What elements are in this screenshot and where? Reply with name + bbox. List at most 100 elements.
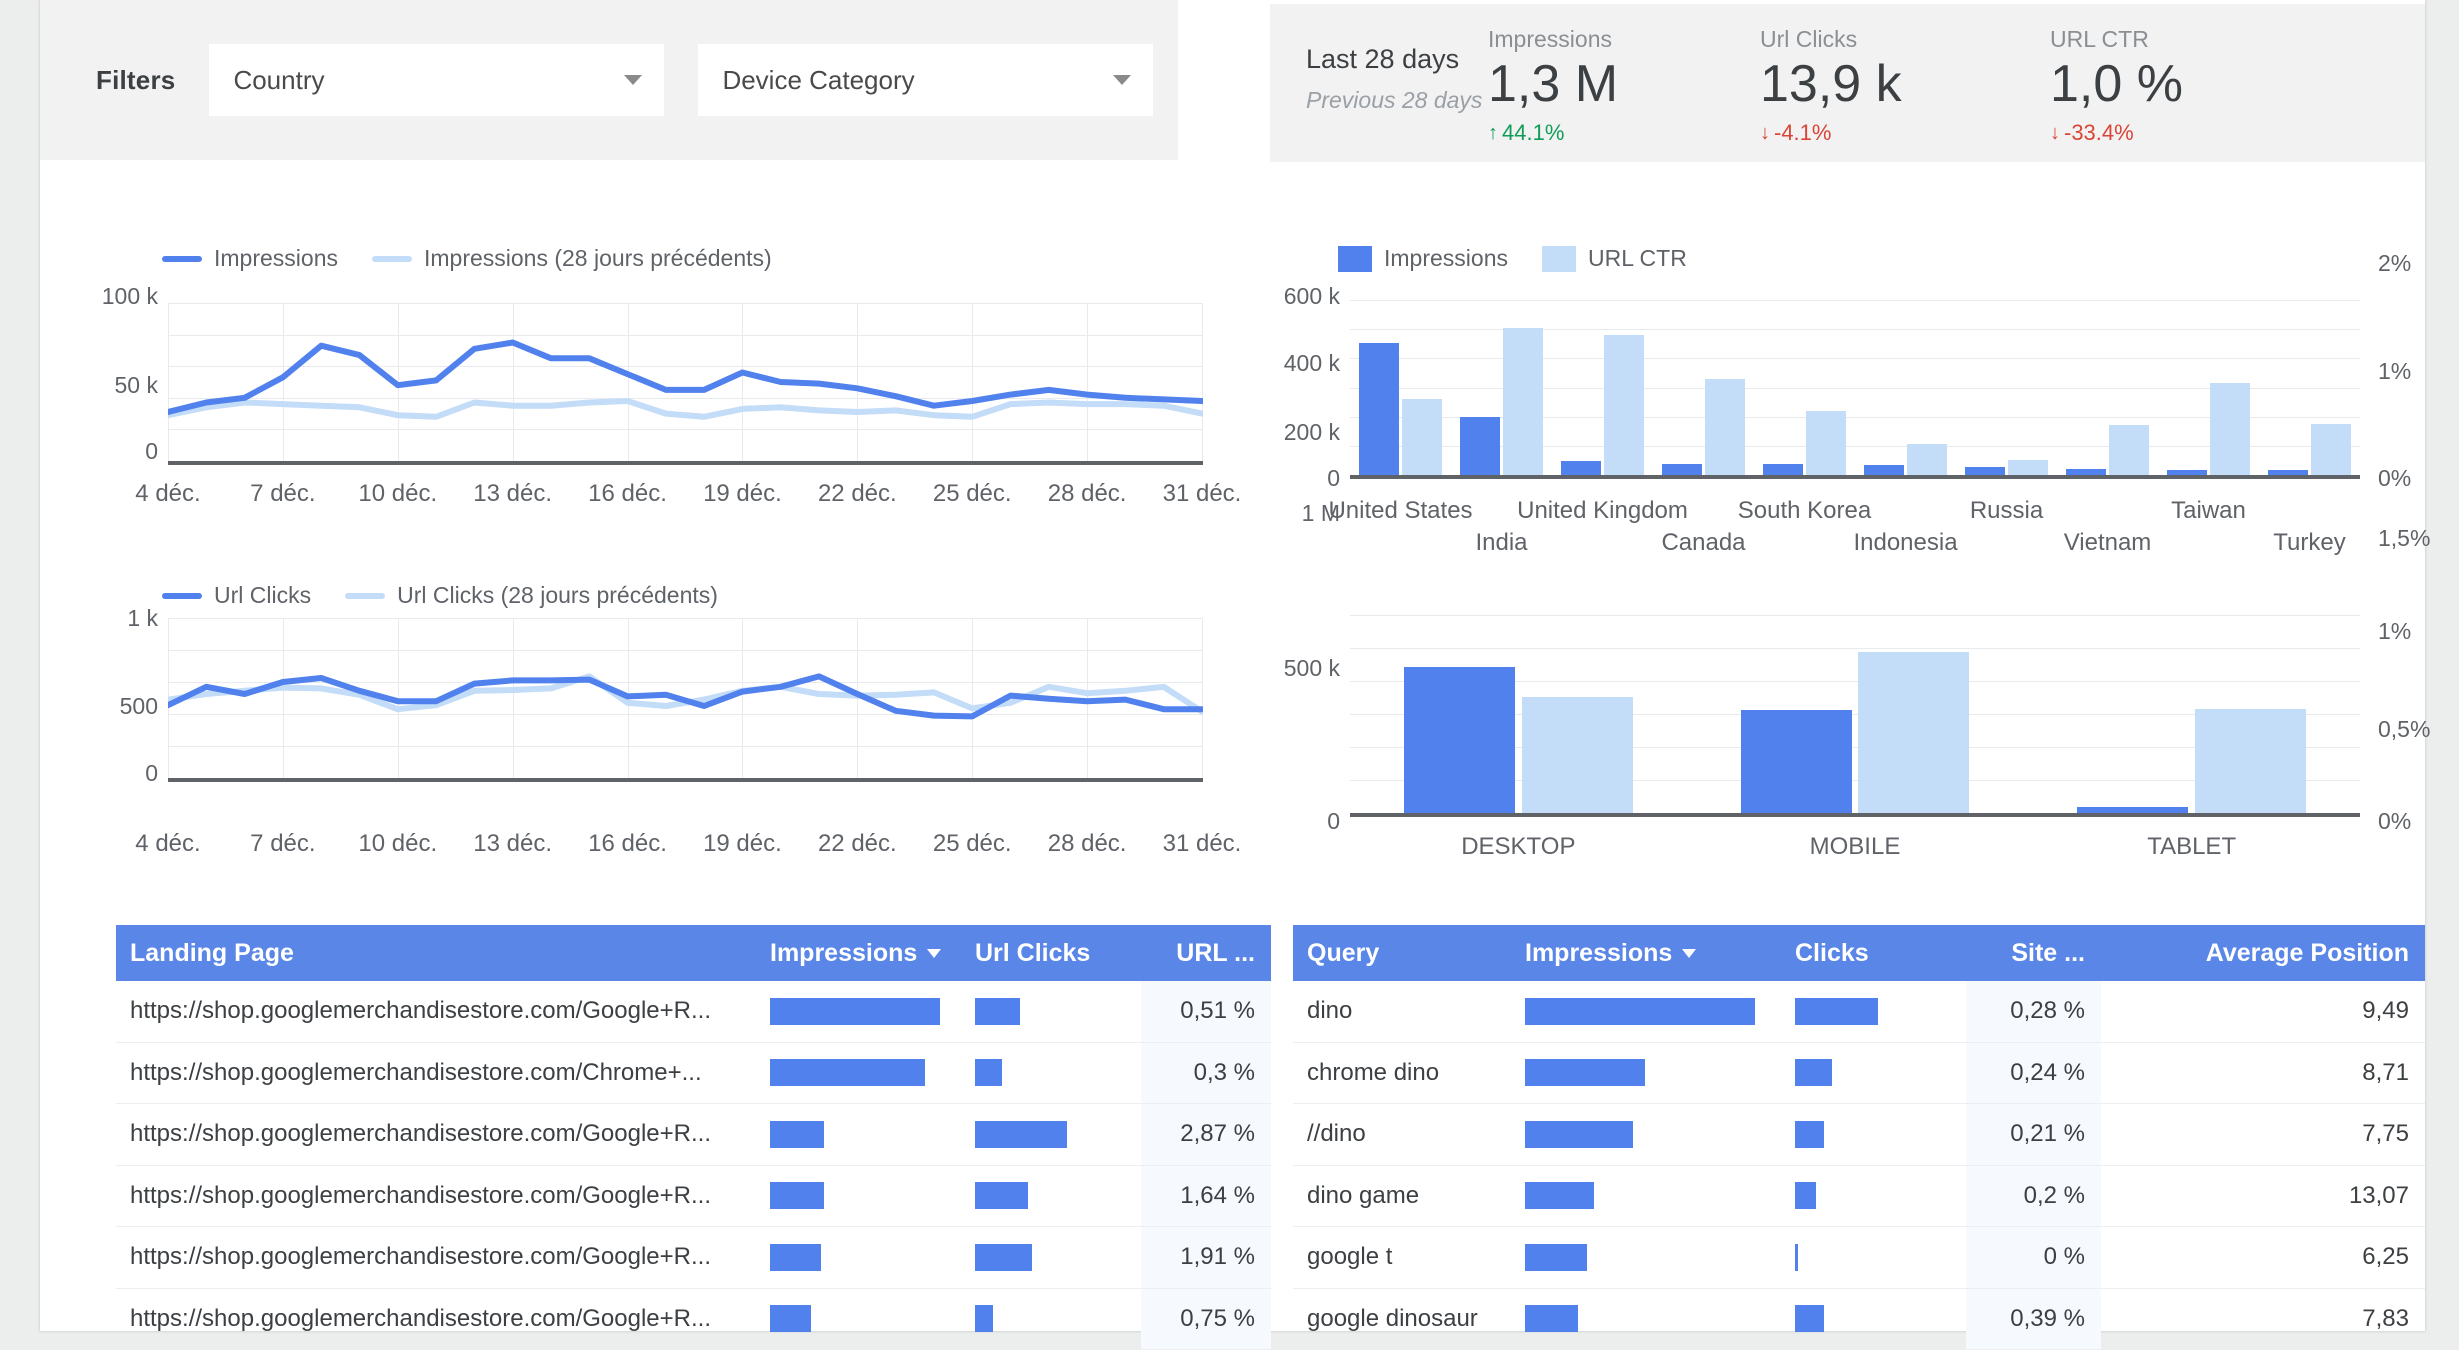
legend-color-swatch — [1338, 246, 1372, 272]
bar[interactable] — [1741, 710, 1852, 813]
impressions-bar-cell — [756, 1166, 961, 1227]
current-period: Last 28 days — [1306, 44, 1482, 75]
gridline — [1350, 329, 2360, 330]
table-row[interactable]: google dinosaur0,39 %7,83 — [1293, 1289, 2425, 1350]
impressions-bar-cell — [1511, 1104, 1781, 1165]
table-column-header[interactable]: Site ... — [1966, 939, 2101, 968]
url-clicks-bar-cell — [961, 1104, 1141, 1165]
gridline — [1350, 648, 2360, 649]
average-position-value: 9,49 — [2101, 981, 2425, 1042]
table-row[interactable]: https://shop.googlemerchandisestore.com/… — [116, 1043, 1271, 1105]
bar[interactable] — [2066, 469, 2106, 475]
bar[interactable] — [1604, 335, 1644, 475]
column-header-label: Impressions — [1525, 939, 1672, 968]
bar[interactable] — [1907, 444, 1947, 475]
bar[interactable] — [1402, 399, 1442, 475]
kpi-url-clicks[interactable]: Url Clicks 13,9 k ↓ -4.1% — [1760, 26, 1902, 146]
cell-bar — [770, 1059, 925, 1086]
query-text: dino — [1293, 981, 1511, 1042]
bar[interactable] — [1858, 652, 1969, 813]
device-category-filter-select[interactable]: Device Category — [698, 44, 1153, 116]
legend-item: Url Clicks — [162, 582, 311, 609]
bar[interactable] — [2008, 460, 2048, 475]
arrow-down-icon: ↓ — [2050, 123, 2060, 143]
bar[interactable] — [1965, 467, 2005, 475]
y-axis-tick-label: 500 — [58, 693, 158, 720]
url-ctr-value: 0,51 % — [1141, 981, 1271, 1042]
bar[interactable] — [2195, 709, 2306, 813]
bar[interactable] — [1359, 343, 1399, 475]
kpi-delta-value: -4.1% — [1774, 120, 1831, 146]
y-axis-tick-label-right: 2% — [2378, 250, 2411, 277]
table-column-header[interactable]: URL ... — [1141, 939, 1271, 968]
bar[interactable] — [1460, 417, 1500, 475]
sort-descending-icon[interactable] — [927, 949, 941, 958]
device-filter-value: Device Category — [722, 65, 914, 96]
bar[interactable] — [2167, 470, 2207, 475]
cell-bar — [1525, 1059, 1645, 1086]
kpi-url-ctr[interactable]: URL CTR 1,0 % ↓ -33.4% — [2050, 26, 2183, 146]
landing-page-url: https://shop.googlemerchandisestore.com/… — [116, 981, 756, 1042]
filters-label: Filters — [96, 65, 175, 96]
query-table[interactable]: Query Impressions ClicksSite ...Average Po… — [1293, 925, 2425, 1350]
table-column-header[interactable]: Url Clicks — [961, 939, 1141, 968]
bar[interactable] — [2210, 383, 2250, 475]
bar[interactable] — [1561, 461, 1601, 475]
gridline — [1350, 300, 2360, 301]
bar[interactable] — [1864, 465, 1904, 476]
y-axis-tick-label: 50 k — [58, 372, 158, 399]
landing-page-table[interactable]: Landing PageImpressionsUrl ClicksURL ...… — [116, 925, 1271, 1350]
table-row[interactable]: https://shop.googlemerchandisestore.com/… — [116, 1289, 1271, 1350]
bar[interactable] — [2077, 807, 2188, 813]
table-row[interactable]: https://shop.googlemerchandisestore.com/… — [116, 981, 1271, 1043]
site-ctr-value: 0,21 % — [1966, 1104, 2101, 1165]
bar[interactable] — [2311, 424, 2351, 475]
sort-descending-icon[interactable] — [1682, 949, 1696, 958]
table-row[interactable]: https://shop.googlemerchandisestore.com/… — [116, 1227, 1271, 1289]
bar[interactable] — [1503, 328, 1543, 475]
cell-bar — [1795, 998, 1878, 1025]
axis-line — [168, 778, 1203, 782]
bar[interactable] — [2268, 470, 2308, 475]
cell-bar — [975, 1244, 1032, 1271]
kpi-impressions[interactable]: Impressions 1,3 M ↑ 44.1% — [1488, 26, 1618, 146]
table-column-header[interactable]: Query — [1293, 939, 1511, 968]
column-header-label: Query — [1307, 939, 1379, 968]
table-column-header[interactable]: Average Position — [2101, 939, 2425, 968]
bar[interactable] — [1404, 667, 1515, 813]
table-row[interactable]: https://shop.googlemerchandisestore.com/… — [116, 1104, 1271, 1166]
table-row[interactable]: dino 0,28 %9,49 — [1293, 981, 2425, 1043]
legend-label: Impressions (28 jours précédents) — [424, 245, 772, 272]
cell-bar — [1525, 1244, 1587, 1271]
bar[interactable] — [1705, 379, 1745, 475]
bar[interactable] — [2109, 425, 2149, 475]
table-row[interactable]: https://shop.googlemerchandisestore.com/… — [116, 1166, 1271, 1228]
query-text: chrome dino — [1293, 1043, 1511, 1104]
cell-bar — [1795, 1305, 1824, 1332]
table-column-header[interactable]: Landing Page — [116, 939, 756, 968]
impressions-bar-cell — [756, 1043, 961, 1104]
bar[interactable] — [1662, 464, 1702, 475]
y-axis-tick-label-left: 600 k — [1235, 283, 1340, 310]
table-column-header[interactable]: Impressions — [1511, 939, 1781, 968]
bar[interactable] — [1806, 411, 1846, 475]
country-filter-select[interactable]: Country — [209, 44, 664, 116]
clicks-bar-cell — [1781, 1227, 1966, 1288]
table-row[interactable]: //dino0,21 %7,75 — [1293, 1104, 2425, 1166]
impressions-bar-cell — [1511, 1227, 1781, 1288]
legend-line-swatch — [162, 256, 202, 262]
impressions-bar-cell — [756, 981, 961, 1042]
y-axis-tick-label: 0 — [58, 760, 158, 787]
bar[interactable] — [1763, 464, 1803, 475]
legend-line-swatch — [162, 593, 202, 599]
url-ctr-value: 1,64 % — [1141, 1166, 1271, 1227]
bar[interactable] — [1522, 697, 1633, 813]
legend-label: URL CTR — [1588, 245, 1687, 272]
y-axis-tick-label-left: 1 M — [1235, 500, 1340, 527]
table-column-header[interactable]: Impressions — [756, 939, 961, 968]
table-row[interactable]: dino game0,2 %13,07 — [1293, 1166, 2425, 1228]
table-row[interactable]: google t0 %6,25 — [1293, 1227, 2425, 1289]
site-ctr-value: 0,28 % — [1966, 981, 2101, 1042]
table-row[interactable]: chrome dino0,24 %8,71 — [1293, 1043, 2425, 1105]
table-column-header[interactable]: Clicks — [1781, 939, 1966, 968]
